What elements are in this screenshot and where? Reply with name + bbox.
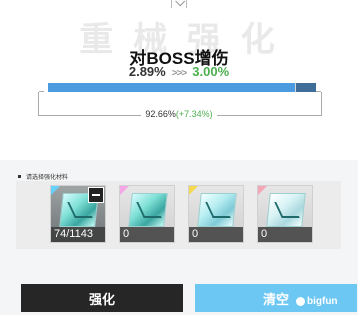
stat-old-value: 2.89% (128, 64, 166, 79)
material-slot-1[interactable]: 74/1143 (50, 185, 106, 243)
progress-percent: 92.66% (145, 109, 176, 119)
stat-panel: 重 械 强 化 对BOSS增伤 2.89% >>> 3.00% 92.66%(+… (0, 0, 358, 160)
rarity-corner-icon (189, 186, 198, 195)
enhance-gem-icon (128, 193, 168, 227)
material-count: 74/1143 (51, 227, 105, 242)
enhance-button[interactable]: 强化 (21, 284, 183, 312)
progress-label: 92.66%(+7.34%) (0, 109, 358, 119)
paw-icon (296, 297, 305, 306)
materials-heading: 请选择强化材料 (18, 172, 68, 181)
enhance-gem-icon (197, 193, 237, 227)
material-count: 0 (258, 227, 312, 242)
progress-bar (48, 83, 316, 92)
rarity-corner-icon (258, 186, 267, 195)
rarity-corner-icon (120, 186, 129, 195)
progress-increase: (+7.34%) (175, 109, 213, 119)
progress-bar-cap (296, 83, 316, 92)
minus-icon[interactable] (88, 187, 104, 203)
material-slot-3[interactable]: 0 (188, 185, 244, 243)
material-count: 0 (120, 227, 174, 242)
material-count: 0 (189, 227, 243, 242)
collapse-chevron-icon[interactable] (171, 0, 187, 8)
arrow-icon: >>> (171, 68, 188, 79)
rarity-corner-icon (51, 186, 60, 195)
progress-bar-fill (48, 83, 295, 92)
enhance-gem-icon (266, 193, 306, 227)
material-slot-4[interactable]: 0 (257, 185, 313, 243)
logo-text: bigfun (307, 296, 338, 307)
stat-new-value: 3.00% (192, 64, 230, 79)
materials-title: 请选择强化材料 (26, 174, 69, 181)
stat-compare: 2.89% >>> 3.00% (0, 64, 358, 79)
bigfun-logo: bigfun (296, 296, 338, 307)
bullet-icon (18, 175, 21, 178)
material-slot-2[interactable]: 0 (119, 185, 175, 243)
